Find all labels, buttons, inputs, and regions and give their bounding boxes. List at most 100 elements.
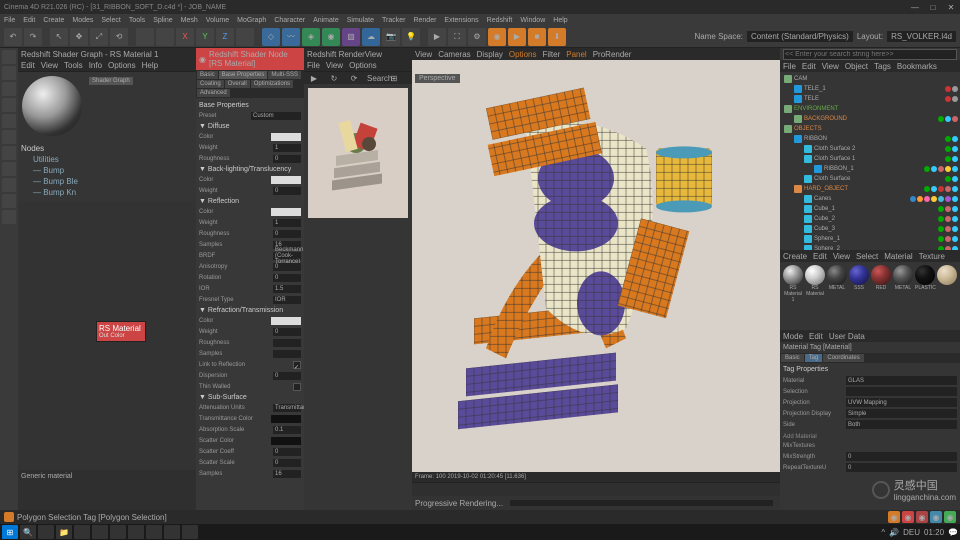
object-tree-item[interactable]: Cloth Surface 2 — [782, 144, 958, 154]
prop-value[interactable] — [271, 133, 301, 141]
object-tree-item[interactable]: RIBBON — [782, 134, 958, 144]
object-tag-icon[interactable] — [938, 226, 944, 232]
object-tree-item[interactable]: BACKGROUND — [782, 114, 958, 124]
prop-value[interactable] — [293, 361, 301, 369]
prop-value[interactable]: 0 — [273, 274, 301, 282]
viewport-menu-item[interactable]: Panel — [566, 50, 586, 59]
menu-extensions[interactable]: Extensions — [444, 17, 478, 24]
prop-value[interactable]: 1.5 — [273, 285, 301, 293]
object-tag-icon[interactable] — [952, 146, 958, 152]
object-tag-icon[interactable] — [938, 116, 944, 122]
prop-value[interactable]: 0 — [273, 187, 301, 195]
explorer-button[interactable]: 📁 — [56, 525, 72, 539]
attr-field[interactable]: GLAS — [846, 376, 957, 385]
object-tag-icon[interactable] — [945, 86, 951, 92]
task-button[interactable] — [74, 525, 90, 539]
object-tree-item[interactable]: Cloth Surface 1 — [782, 154, 958, 164]
object-search-input[interactable] — [783, 49, 957, 60]
viewport-menu-item[interactable]: Display — [477, 50, 503, 59]
object-tag-icon[interactable] — [945, 146, 951, 152]
attr-field[interactable]: Both — [846, 420, 957, 429]
material-ball[interactable] — [915, 265, 935, 285]
prop-group-header[interactable]: ▼ Sub-Surface — [199, 394, 301, 401]
object-tag-icon[interactable] — [931, 166, 937, 172]
prop-value[interactable] — [271, 415, 301, 423]
point-mode-button[interactable] — [2, 82, 16, 96]
object-tag-icon[interactable] — [945, 156, 951, 162]
viewport-canvas[interactable]: Perspective — [412, 60, 780, 472]
object-tag-icon[interactable] — [952, 216, 958, 222]
mat-menu-item[interactable]: Select — [856, 252, 878, 261]
object-tag-icon[interactable] — [945, 96, 951, 102]
rs-status-icon[interactable]: ◉ — [944, 511, 956, 523]
menu-tools[interactable]: Tools — [129, 17, 145, 24]
object-tree-item[interactable]: HARD_OBJECT — [782, 184, 958, 194]
prop-value[interactable]: 0 — [273, 372, 301, 380]
rv-toolbar-button[interactable]: ⊞ — [387, 74, 401, 83]
node-tree-item[interactable]: Utilities — [21, 154, 193, 165]
object-tag-icon[interactable] — [924, 166, 930, 172]
axis-y-button[interactable]: Y — [196, 28, 214, 46]
task-button[interactable] — [92, 525, 108, 539]
object-tree-item[interactable]: Cube_1 — [782, 204, 958, 214]
rv-toolbar-button[interactable]: ↻ — [327, 74, 341, 83]
prop-tab[interactable]: Base Properties — [219, 71, 268, 79]
prop-value[interactable] — [271, 437, 301, 445]
object-tag-icon[interactable] — [945, 226, 951, 232]
node-menu-item[interactable]: Help — [142, 61, 158, 70]
close-button[interactable]: ✕ — [946, 3, 956, 12]
attr-field[interactable]: Simple — [846, 409, 957, 418]
object-tag-icon[interactable] — [952, 196, 958, 202]
prop-value[interactable]: 0.1 — [273, 426, 301, 434]
mat-menu-item[interactable]: Edit — [813, 252, 827, 261]
mode-button[interactable] — [2, 146, 16, 160]
prop-value[interactable]: 1 — [273, 219, 301, 227]
object-tag-icon[interactable] — [952, 226, 958, 232]
obj-menu-item[interactable]: Tags — [874, 62, 891, 71]
minimize-button[interactable]: — — [910, 3, 920, 12]
prop-value[interactable]: 0 — [273, 448, 301, 456]
tray-icon[interactable]: ^ — [881, 528, 885, 537]
object-tag-icon[interactable] — [952, 156, 958, 162]
rs-status-icon[interactable]: ◉ — [888, 511, 900, 523]
prop-value[interactable]: 1 — [273, 144, 301, 152]
object-tree-item[interactable]: Cube_3 — [782, 224, 958, 234]
menu-character[interactable]: Character — [274, 17, 305, 24]
rs-material-node[interactable]: RS Material Out Color — [96, 321, 146, 342]
maximize-button[interactable]: □ — [928, 3, 938, 12]
prop-value[interactable]: Beckmann (Cook-Torrance) — [273, 252, 301, 260]
prop-group-header[interactable]: ▼ Refraction/Transmission — [199, 307, 301, 314]
mode-button[interactable] — [2, 130, 16, 144]
task-button[interactable] — [110, 525, 126, 539]
node-menu-item[interactable]: Edit — [21, 61, 35, 70]
object-tag-icon[interactable] — [931, 196, 937, 202]
node-menu-item[interactable]: Options — [108, 61, 136, 70]
object-tag-icon[interactable] — [945, 116, 951, 122]
object-tree-item[interactable]: CAM — [782, 74, 958, 84]
rs-status-icon[interactable]: ◉ — [930, 511, 942, 523]
object-tree-item[interactable]: Sphere_1 — [782, 234, 958, 244]
task-button[interactable] — [164, 525, 180, 539]
attr-field[interactable]: 0 — [846, 463, 957, 472]
obj-menu-item[interactable]: Edit — [802, 62, 816, 71]
attr-tab[interactable]: Tag — [805, 354, 823, 362]
mat-menu-item[interactable]: Create — [783, 252, 807, 261]
menu-simulate[interactable]: Simulate — [347, 17, 374, 24]
menu-modes[interactable]: Modes — [72, 17, 93, 24]
object-tag-icon[interactable] — [938, 236, 944, 242]
object-tag-icon[interactable] — [952, 136, 958, 142]
node-editor-canvas[interactable]: RS Material Out Color — [18, 201, 196, 470]
node-menu-item[interactable]: View — [41, 61, 58, 70]
obj-menu-item[interactable]: File — [783, 62, 796, 71]
material-ball[interactable] — [827, 265, 847, 285]
prop-value[interactable]: 0 — [273, 459, 301, 467]
deformer-button[interactable]: ▧ — [342, 28, 360, 46]
attr-tab[interactable]: Basic — [781, 354, 804, 362]
object-tag-icon[interactable] — [945, 186, 951, 192]
material-ball[interactable] — [937, 265, 957, 285]
redshift-button[interactable]: ▶ — [508, 28, 526, 46]
menu-window[interactable]: Window — [520, 17, 545, 24]
object-tag-icon[interactable] — [952, 86, 958, 92]
object-tag-icon[interactable] — [938, 166, 944, 172]
object-tag-icon[interactable] — [938, 196, 944, 202]
